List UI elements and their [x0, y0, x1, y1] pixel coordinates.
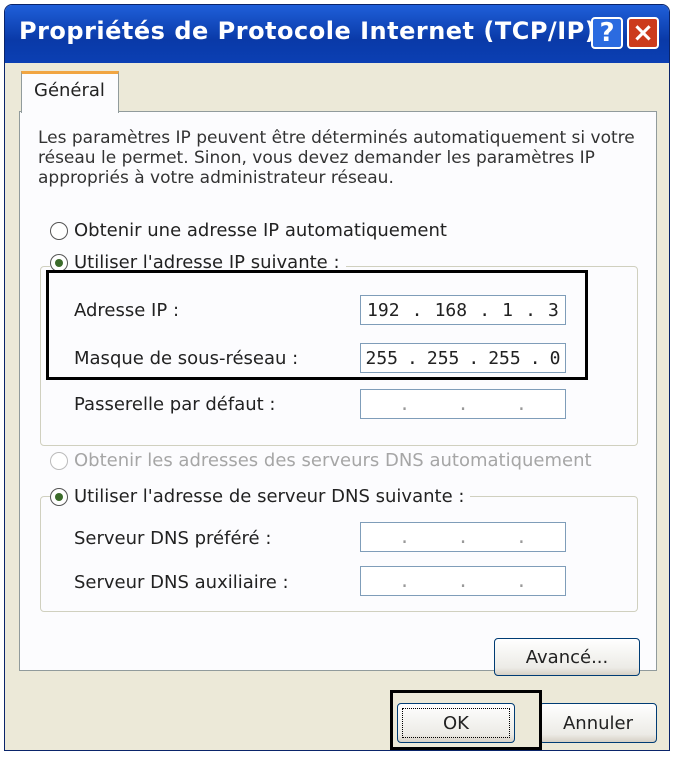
octet-dot: . [515, 393, 527, 415]
general-panel: Les paramètres IP peuvent être déterminé… [19, 111, 657, 676]
octet-dot: . [457, 570, 469, 592]
radio-label: Obtenir une adresse IP automatiquement [74, 220, 447, 241]
close-button[interactable]: × [627, 17, 659, 49]
tab-general[interactable]: Général [21, 71, 119, 113]
annotation-ok-box [390, 690, 542, 750]
alternate-dns-label: Serveur DNS auxiliaire : [74, 572, 289, 593]
octet-dot: . [515, 570, 527, 592]
cancel-button[interactable]: Annuler [539, 703, 657, 743]
help-icon: ? [599, 18, 615, 48]
default-gateway-label: Passerelle par défaut : [74, 394, 276, 415]
annotation-ip-subnet-box [46, 270, 588, 380]
alternate-dns-input[interactable]: . . . [360, 566, 566, 596]
preferred-dns-label: Serveur DNS préféré : [74, 528, 272, 549]
default-gateway-input[interactable]: . . . [360, 389, 566, 419]
window-title: Propriétés de Protocole Internet (TCP/IP… [19, 17, 597, 45]
octet-dot: . [399, 393, 411, 415]
radio-obtain-ip-auto[interactable]: Obtenir une adresse IP automatiquement [50, 220, 447, 241]
title-bar[interactable]: Propriétés de Protocole Internet (TCP/IP… [5, 5, 669, 63]
octet-dot: . [399, 526, 411, 548]
radio-circle-icon [50, 451, 68, 470]
radio-circle-selected-icon [50, 487, 68, 506]
octet-dot: . [457, 393, 469, 415]
description-line: réseau le permet. Sinon, vous devez dema… [38, 148, 595, 168]
octet-dot: . [457, 526, 469, 548]
help-button[interactable]: ? [591, 17, 623, 49]
advanced-button[interactable]: Avancé... [494, 638, 640, 676]
octet-dot: . [515, 526, 527, 548]
description-line: Les paramètres IP peuvent être déterminé… [38, 128, 635, 148]
description-text: Les paramètres IP peuvent être déterminé… [38, 128, 635, 188]
radio-label: Utiliser l'adresse de serveur DNS suivan… [74, 486, 465, 507]
preferred-dns-input[interactable]: . . . [360, 522, 566, 552]
radio-use-dns-manual[interactable]: Utiliser l'adresse de serveur DNS suivan… [50, 486, 471, 507]
radio-circle-selected-icon [50, 253, 68, 272]
advanced-button-label: Avancé... [525, 646, 609, 668]
tab-general-label: Général [34, 80, 105, 101]
close-icon: × [632, 18, 654, 48]
description-line: appropriés à votre administrateur réseau… [38, 168, 394, 188]
radio-circle-icon [50, 221, 68, 240]
cancel-button-label: Annuler [562, 712, 633, 734]
octet-dot: . [399, 570, 411, 592]
radio-obtain-dns-auto[interactable]: Obtenir les adresses des serveurs DNS au… [50, 450, 592, 471]
radio-label: Obtenir les adresses des serveurs DNS au… [74, 450, 592, 471]
